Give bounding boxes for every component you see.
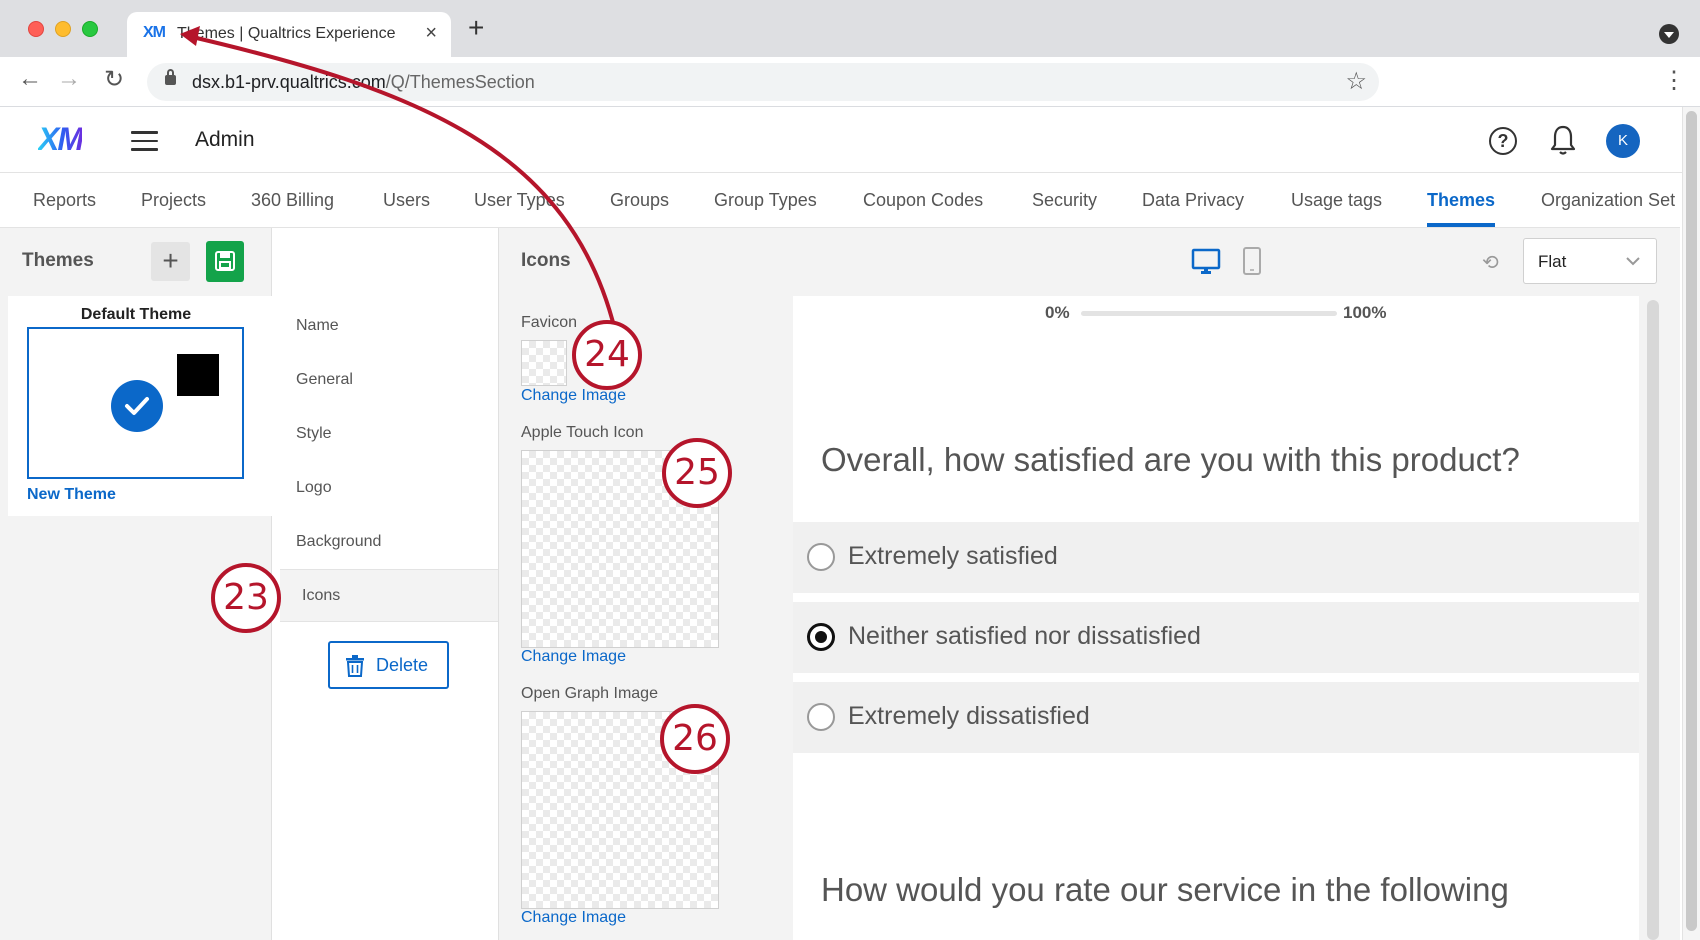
user-avatar[interactable]: K: [1606, 124, 1640, 158]
layout-select[interactable]: Flat: [1523, 238, 1657, 284]
browser-toolbar: ← → ↻ dsx.b1-prv.qualtrics.com/Q/ThemesS…: [0, 57, 1700, 107]
tab-reports[interactable]: Reports: [33, 190, 96, 211]
radio-button-selected[interactable]: [807, 623, 835, 651]
thumbnail-logo-square: [177, 354, 219, 396]
page-scrollbar-thumb[interactable]: [1686, 111, 1697, 931]
xm-favicon-icon: XM: [143, 24, 166, 41]
browser-menu-icon[interactable]: ⋮: [1662, 66, 1686, 95]
change-open-graph-image-link[interactable]: Change Image: [521, 909, 626, 927]
choice-row[interactable]: Neither satisfied nor dissatisfied: [793, 602, 1639, 673]
save-theme-button[interactable]: [206, 241, 244, 282]
lock-icon: [165, 69, 176, 85]
preview-scrollbar[interactable]: [1647, 300, 1659, 940]
delete-label: Delete: [376, 655, 429, 675]
settings-item-icons[interactable]: Icons: [302, 587, 340, 605]
icons-panel: Icons Favicon Change Image Apple Touch I…: [498, 228, 1680, 940]
forward-arrow-icon[interactable]: →: [57, 65, 81, 93]
question-2-text: How would you rate our service in the fo…: [821, 871, 1509, 908]
close-window-button[interactable]: [28, 21, 44, 37]
settings-item-name[interactable]: Name: [296, 317, 339, 335]
tab-groups[interactable]: Groups: [610, 190, 669, 211]
themes-heading: Themes: [22, 250, 94, 271]
radio-button[interactable]: [807, 703, 835, 731]
callout-23: 23: [211, 563, 281, 633]
tab-usage-tags[interactable]: Usage tags: [1291, 190, 1382, 211]
refresh-preview-icon[interactable]: ⟲: [1482, 250, 1499, 275]
new-tab-button[interactable]: +: [468, 14, 484, 42]
tab-organization-settings[interactable]: Organization Set: [1541, 190, 1675, 211]
new-theme-link[interactable]: New Theme: [27, 486, 116, 504]
change-apple-touch-icon-link[interactable]: Change Image: [521, 648, 626, 666]
desktop-preview-icon[interactable]: [1191, 248, 1221, 281]
tab-group-types[interactable]: Group Types: [714, 190, 817, 211]
callout-25: 25: [662, 438, 732, 508]
trash-icon: [346, 655, 364, 677]
layout-select-value: Flat: [1538, 252, 1567, 271]
favicon-label: Favicon: [521, 314, 578, 331]
page-scrollbar[interactable]: [1682, 107, 1700, 940]
choice-label: Extremely satisfied: [848, 542, 1058, 570]
back-arrow-icon[interactable]: ←: [18, 65, 42, 93]
save-icon: [215, 251, 235, 271]
theme-settings-menu: Name General Style Logo Background Icons…: [272, 228, 498, 940]
choice-row[interactable]: Extremely satisfied: [793, 522, 1639, 593]
theme-thumbnail[interactable]: [27, 327, 244, 479]
theme-card-title: Default Theme: [80, 306, 192, 323]
tab-coupon-codes[interactable]: Coupon Codes: [863, 190, 983, 211]
page-title: Admin: [195, 128, 255, 151]
choice-row[interactable]: Extremely dissatisfied: [793, 682, 1639, 753]
reload-icon[interactable]: ↻: [104, 65, 124, 94]
choice-label: Neither satisfied nor dissatisfied: [848, 622, 1201, 650]
help-icon[interactable]: ?: [1489, 127, 1517, 155]
progress-bar: [1081, 311, 1337, 316]
favicon-preview: [521, 340, 567, 386]
tab-users[interactable]: Users: [383, 190, 430, 211]
mobile-preview-icon[interactable]: [1242, 246, 1262, 281]
progress-start-label: 0%: [1045, 303, 1070, 322]
browser-tabstrip: XM Themes | Qualtrics Experience × +: [0, 0, 1700, 57]
settings-item-general[interactable]: General: [296, 371, 353, 389]
settings-item-style[interactable]: Style: [296, 425, 332, 443]
icons-heading: Icons: [521, 250, 571, 271]
delete-theme-button[interactable]: Delete: [328, 641, 449, 689]
theme-card[interactable]: Default Theme New Theme: [8, 296, 272, 516]
tab-360-billing[interactable]: 360 Billing: [251, 190, 334, 211]
survey-preview: 0% 100% Overall, how satisfied are you w…: [793, 296, 1639, 940]
chevron-down-icon: [1626, 257, 1640, 266]
apple-touch-icon-label: Apple Touch Icon: [521, 424, 644, 441]
url-text[interactable]: dsx.b1-prv.qualtrics.com/Q/ThemesSection: [192, 72, 535, 93]
tab-projects[interactable]: Projects: [141, 190, 206, 211]
maximize-window-button[interactable]: [82, 21, 98, 37]
add-theme-button[interactable]: +: [151, 242, 190, 281]
xm-logo[interactable]: XM: [38, 121, 84, 158]
callout-26: 26: [660, 704, 730, 774]
tab-search-icon[interactable]: [1659, 24, 1679, 44]
callout-24: 24: [572, 320, 642, 390]
tab-themes[interactable]: Themes: [1427, 190, 1496, 227]
tab-data-privacy[interactable]: Data Privacy: [1142, 190, 1244, 211]
tab-security[interactable]: Security: [1032, 190, 1097, 211]
admin-tab-bar: Reports Projects 360 Billing Users User …: [0, 173, 1680, 228]
browser-tab[interactable]: XM Themes | Qualtrics Experience ×: [127, 12, 451, 57]
question-1-text: Overall, how satisfied are you with this…: [821, 441, 1520, 478]
app-header: XM Admin ? K: [0, 107, 1700, 173]
progress-end-label: 100%: [1343, 303, 1387, 322]
hamburger-menu-icon[interactable]: [131, 131, 158, 151]
address-bar[interactable]: dsx.b1-prv.qualtrics.com/Q/ThemesSection…: [147, 63, 1379, 101]
close-tab-icon[interactable]: ×: [425, 22, 437, 45]
radio-button[interactable]: [807, 543, 835, 571]
minimize-window-button[interactable]: [55, 21, 71, 37]
notification-bell-icon[interactable]: [1550, 124, 1576, 161]
choice-label: Extremely dissatisfied: [848, 702, 1090, 730]
settings-item-logo[interactable]: Logo: [296, 479, 332, 497]
tab-title: Themes | Qualtrics Experience: [177, 25, 396, 42]
tab-user-types[interactable]: User Types: [474, 190, 565, 211]
bookmark-star-icon[interactable]: ☆: [1345, 67, 1367, 96]
settings-item-background[interactable]: Background: [296, 533, 381, 551]
open-graph-image-label: Open Graph Image: [521, 685, 658, 702]
selected-check-icon: [111, 380, 163, 432]
